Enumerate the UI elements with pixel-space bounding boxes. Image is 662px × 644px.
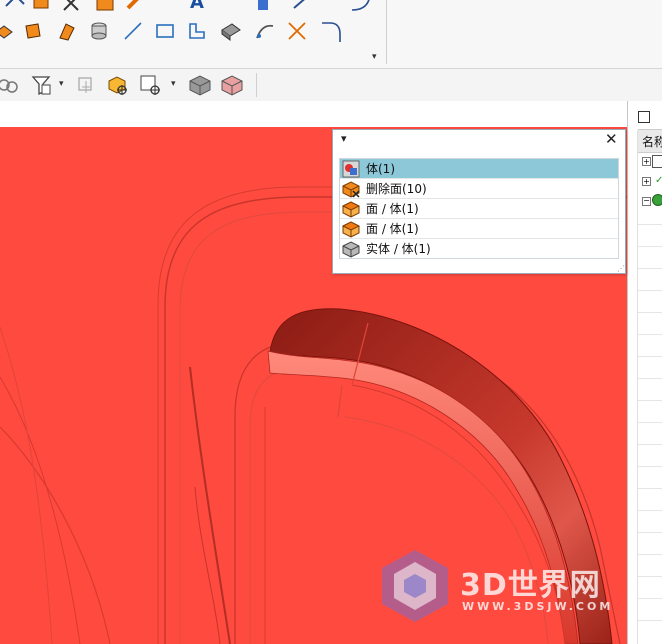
panel-maximize-icon[interactable] xyxy=(638,111,650,123)
select-feature-icon[interactable] xyxy=(74,73,98,97)
offset-curve-icon[interactable] xyxy=(186,20,208,42)
tree-expand-icon[interactable]: + xyxy=(642,177,651,186)
patch-icon[interactable] xyxy=(22,20,44,42)
part-navigator-panel: 名称 + + ✓ − xyxy=(627,101,662,644)
watermark-text: 3D世界网 xyxy=(460,568,601,603)
mirror-icon[interactable] xyxy=(252,0,274,14)
popup-close-icon[interactable]: ✕ xyxy=(605,130,618,148)
svg-text:A: A xyxy=(190,0,204,12)
filter-dropdown-arrow-icon[interactable]: ▾ xyxy=(59,79,64,89)
panel-column-header[interactable]: 名称 xyxy=(642,133,662,150)
tree-collapse-icon[interactable]: − xyxy=(642,197,651,206)
selection-filter-icon[interactable] xyxy=(30,73,54,97)
watermark-subtext: WWW.3DSJW.COM xyxy=(462,600,614,613)
trim-icon[interactable] xyxy=(60,0,82,14)
selection-item-label: 面 / 体(1) xyxy=(366,222,419,236)
rectangle-icon[interactable] xyxy=(154,20,176,42)
arc-icon[interactable] xyxy=(350,0,372,12)
resize-grip-icon[interactable]: ⋰ xyxy=(617,264,625,273)
tree-node-icon xyxy=(652,155,662,168)
watermark-logo-icon xyxy=(382,550,448,622)
selection-item-label: 体(1) xyxy=(366,162,395,176)
checkmark-icon: ✓ xyxy=(655,175,662,186)
select-face-icon[interactable] xyxy=(138,73,162,97)
cylinder-icon[interactable] xyxy=(88,20,110,42)
text-tool-icon[interactable]: A xyxy=(186,0,208,12)
ribbon-divider xyxy=(386,0,387,64)
selection-list-item-delete-face[interactable]: 删除面(10) xyxy=(340,179,618,199)
sketch-tool-icon[interactable] xyxy=(4,0,26,14)
viewport-title-bar xyxy=(0,101,627,129)
block-icon[interactable] xyxy=(94,0,116,14)
face-icon xyxy=(342,200,360,218)
selection-list-item-face[interactable]: 面 / 体(1) xyxy=(340,219,618,239)
selection-item-label: 面 / 体(1) xyxy=(366,202,419,216)
tree-expand-icon[interactable]: + xyxy=(642,157,651,166)
selection-toolbar: ▾ ▾ xyxy=(0,69,662,102)
delete-face-icon xyxy=(342,180,360,198)
selection-list: 体(1) 删除面(10) 面 / 体(1) 面 / 体(1) 实体 / 体(1) xyxy=(339,158,619,259)
quickpick-selection-popup: ▾ ✕ 体(1) 删除面(10) 面 / 体(1) 面 / 体(1) 实体 / … xyxy=(332,129,626,274)
popup-header: ▾ ✕ xyxy=(333,130,625,152)
selection-list-item-solid-body[interactable]: 实体 / 体(1) xyxy=(340,239,618,258)
select-body-icon[interactable] xyxy=(106,73,130,97)
selection-list-item-face[interactable]: 面 / 体(1) xyxy=(340,199,618,219)
solid-body-icon xyxy=(342,240,360,258)
popup-collapse-icon[interactable]: ▾ xyxy=(341,132,347,145)
fillet-curve-icon[interactable] xyxy=(320,20,342,42)
snap-chain-icon[interactable] xyxy=(0,73,20,97)
face-icon xyxy=(342,220,360,238)
selection-item-label: 删除面(10) xyxy=(366,182,427,196)
extrude-icon[interactable] xyxy=(30,0,52,14)
shaded-view-icon[interactable] xyxy=(188,73,212,97)
toolbar-divider xyxy=(256,73,257,97)
ribbon-overflow-arrow-icon[interactable]: ▾ xyxy=(372,52,377,62)
sweep-icon[interactable] xyxy=(56,20,78,42)
bridge-curve-icon[interactable] xyxy=(254,20,276,42)
ribbon-toolbar: A ▾ xyxy=(0,0,662,69)
selection-list-item-body[interactable]: 体(1) xyxy=(340,159,618,179)
chamfer-icon[interactable] xyxy=(124,0,146,14)
body-selection-icon xyxy=(342,160,360,177)
intersection-curve-icon[interactable] xyxy=(286,20,308,42)
status-icon xyxy=(652,194,662,206)
wireframe-view-icon[interactable] xyxy=(220,73,244,97)
surface-icon[interactable] xyxy=(0,20,16,42)
line-icon[interactable] xyxy=(122,20,144,42)
selection-item-label: 实体 / 体(1) xyxy=(366,242,431,256)
point-icon[interactable] xyxy=(290,0,312,14)
select-face-dropdown-arrow-icon[interactable]: ▾ xyxy=(171,79,176,89)
thicken-icon[interactable] xyxy=(220,20,242,42)
